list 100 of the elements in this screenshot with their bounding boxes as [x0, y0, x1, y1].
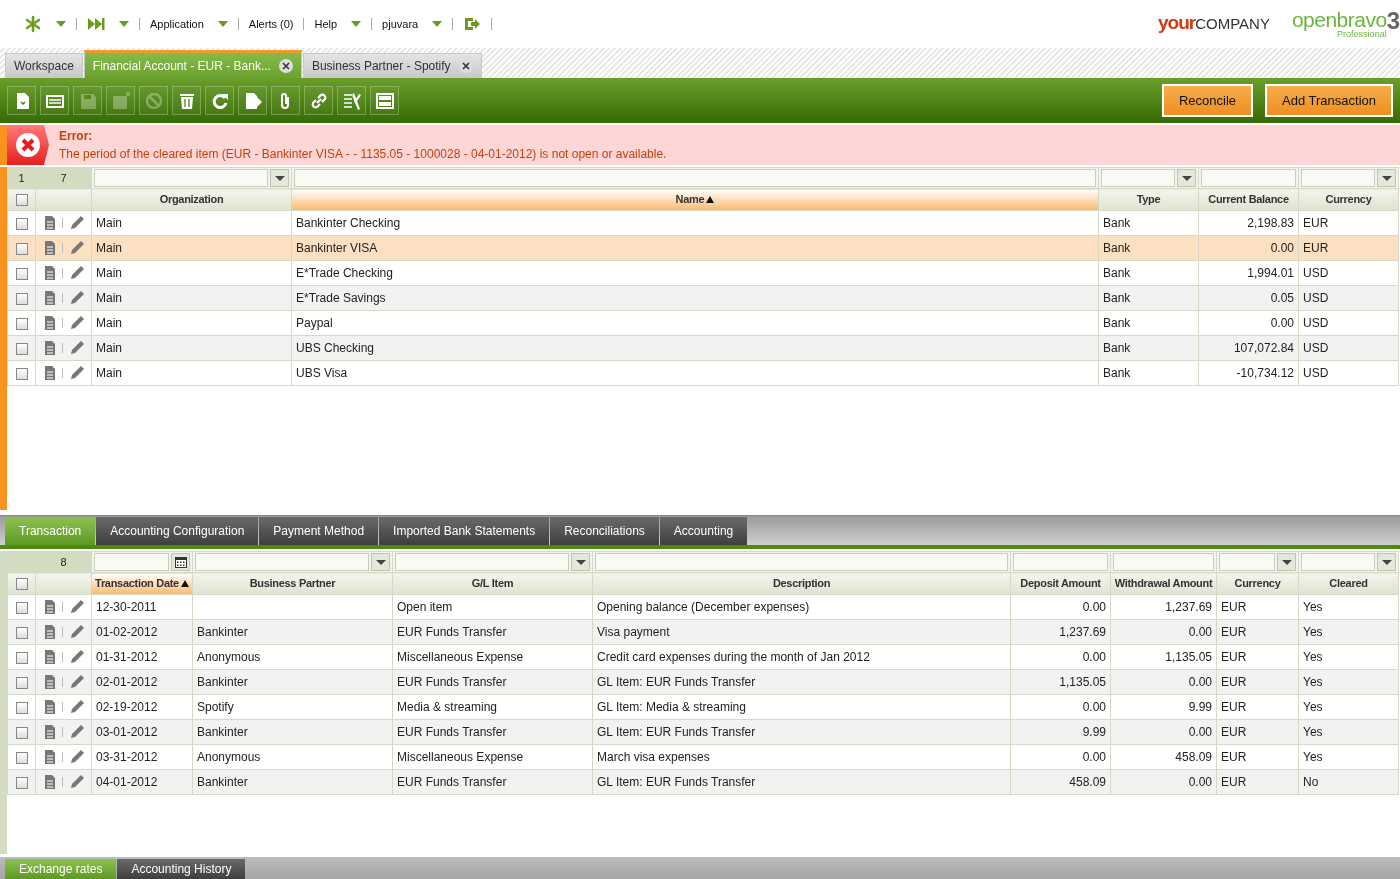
row-checkbox[interactable] — [15, 317, 28, 330]
tools-button[interactable] — [337, 86, 366, 115]
dropdown-button[interactable] — [371, 553, 390, 571]
row-checkbox[interactable] — [15, 367, 28, 380]
pencil-icon[interactable] — [69, 599, 85, 615]
row-checkbox[interactable] — [15, 267, 28, 280]
row-checkbox[interactable] — [15, 342, 28, 355]
filter-field[interactable] — [1013, 553, 1108, 571]
filter-field[interactable] — [1219, 553, 1275, 571]
column-header[interactable]: Organization — [91, 188, 292, 211]
dropdown-button[interactable] — [1177, 169, 1196, 187]
tab[interactable]: Reconciliations — [550, 517, 659, 545]
row-checkbox[interactable] — [15, 601, 28, 614]
dropdown-button[interactable] — [1277, 553, 1296, 571]
document-icon[interactable] — [44, 599, 56, 615]
row-checkbox[interactable] — [15, 776, 28, 789]
tab[interactable]: Payment Method — [259, 517, 379, 545]
filter-field[interactable] — [94, 553, 169, 571]
filter-field[interactable] — [195, 553, 369, 571]
dropdown-button[interactable] — [270, 169, 289, 187]
action-button[interactable]: Add Transaction — [1265, 83, 1393, 118]
tab[interactable]: Accounting Configuration — [96, 517, 259, 545]
tab[interactable]: Accounting — [659, 517, 748, 545]
column-header[interactable]: Description — [592, 572, 1011, 595]
refresh-button[interactable] — [205, 86, 234, 115]
row-checkbox[interactable] — [15, 626, 28, 639]
pencil-icon[interactable] — [69, 240, 85, 256]
filter-field[interactable] — [1113, 553, 1214, 571]
dropdown-button[interactable] — [571, 553, 590, 571]
filter-field[interactable] — [595, 553, 1008, 571]
pencil-icon[interactable] — [69, 749, 85, 765]
document-icon[interactable] — [44, 265, 56, 281]
select-all-checkbox[interactable] — [15, 578, 28, 591]
column-header[interactable]: Name — [291, 188, 1099, 211]
pencil-icon[interactable] — [69, 774, 85, 790]
row-checkbox[interactable] — [15, 726, 28, 739]
row-checkbox[interactable] — [15, 701, 28, 714]
close-button[interactable] — [278, 58, 293, 73]
link-button[interactable] — [304, 86, 333, 115]
calendar-button[interactable] — [171, 553, 190, 571]
pencil-icon[interactable] — [69, 649, 85, 665]
row-checkbox[interactable] — [15, 242, 28, 255]
menu-item[interactable]: pjuvara — [372, 15, 453, 33]
document-icon[interactable] — [44, 724, 56, 740]
pencil-icon[interactable] — [69, 699, 85, 715]
action-button[interactable]: Reconcile — [1161, 83, 1254, 118]
pencil-icon[interactable] — [69, 215, 85, 231]
filter-field[interactable] — [1301, 553, 1375, 571]
row-checkbox[interactable] — [15, 751, 28, 764]
dropdown-button[interactable] — [1377, 553, 1396, 571]
pencil-icon[interactable] — [69, 265, 85, 281]
row-checkbox[interactable] — [15, 292, 28, 305]
pencil-icon[interactable] — [69, 290, 85, 306]
pencil-icon[interactable] — [69, 365, 85, 381]
window-tab[interactable]: Business Partner - Spotify — [302, 53, 482, 78]
row-checkbox[interactable] — [15, 651, 28, 664]
pencil-icon[interactable] — [69, 724, 85, 740]
row-checkbox[interactable] — [15, 676, 28, 689]
new-document-button[interactable] — [7, 86, 36, 115]
export-button[interactable] — [238, 86, 267, 115]
trash-button[interactable] — [172, 86, 201, 115]
pencil-icon[interactable] — [69, 315, 85, 331]
window-tab[interactable]: Workspace — [5, 53, 83, 78]
filter-field[interactable] — [294, 169, 1096, 187]
document-icon[interactable] — [44, 774, 56, 790]
row-checkbox[interactable] — [15, 217, 28, 230]
document-icon[interactable] — [44, 624, 56, 640]
document-icon[interactable] — [44, 340, 56, 356]
filter-field[interactable] — [395, 553, 569, 571]
form-button[interactable] — [40, 86, 69, 115]
select-all-checkbox[interactable] — [15, 194, 28, 207]
layout-button[interactable] — [370, 86, 399, 115]
paperclip-button[interactable] — [271, 86, 300, 115]
document-icon[interactable] — [44, 674, 56, 690]
tab[interactable]: Accounting History — [117, 859, 246, 879]
document-icon[interactable] — [44, 240, 56, 256]
tab[interactable]: Imported Bank Statements — [379, 517, 550, 545]
column-header[interactable]: G/L Item — [392, 572, 593, 595]
close-button[interactable] — [458, 59, 473, 73]
table-cell: Bankinter VISA — [291, 235, 1099, 261]
document-icon[interactable] — [44, 649, 56, 665]
column-header[interactable]: Business Partner — [192, 572, 393, 595]
filter-field[interactable] — [1301, 169, 1375, 187]
filter-field[interactable] — [94, 169, 268, 187]
document-icon[interactable] — [44, 699, 56, 715]
filter-field[interactable] — [1101, 169, 1175, 187]
table-cell: EUR — [1216, 644, 1299, 670]
document-icon[interactable] — [44, 215, 56, 231]
menu-item[interactable]: Application — [140, 15, 238, 33]
pencil-icon[interactable] — [69, 674, 85, 690]
document-icon[interactable] — [44, 315, 56, 331]
document-icon[interactable] — [44, 290, 56, 306]
document-icon[interactable] — [44, 749, 56, 765]
menu-item[interactable]: Alerts (0) — [238, 15, 304, 33]
dropdown-button[interactable] — [1377, 169, 1396, 187]
filter-field[interactable] — [1201, 169, 1296, 187]
pencil-icon[interactable] — [69, 624, 85, 640]
document-icon[interactable] — [44, 365, 56, 381]
pencil-icon[interactable] — [69, 340, 85, 356]
menu-item[interactable]: Help — [304, 15, 372, 33]
